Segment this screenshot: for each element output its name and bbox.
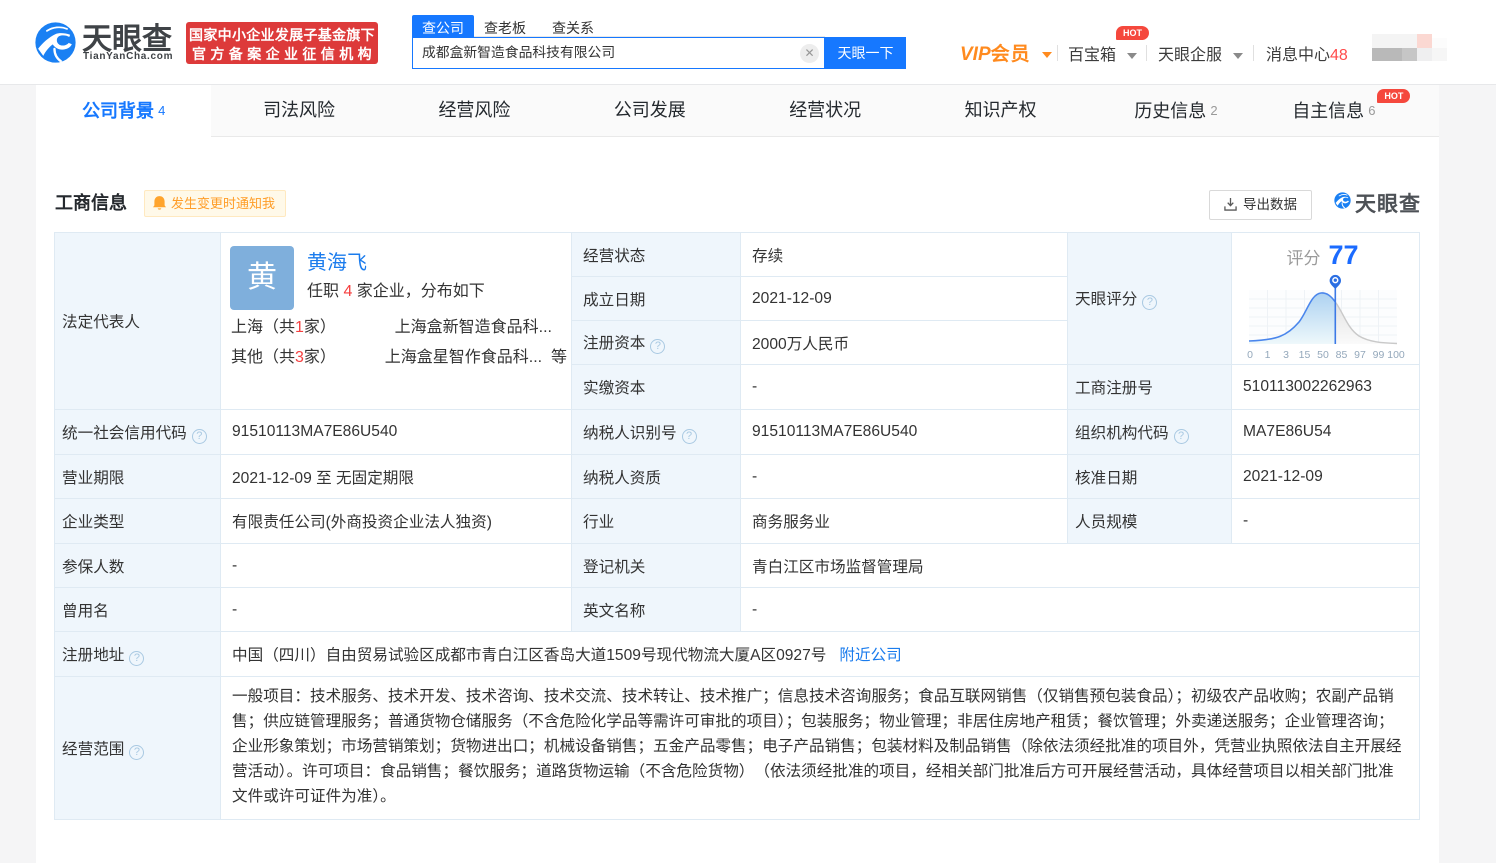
svg-text:99: 99	[1373, 349, 1385, 361]
svg-text:85: 85	[1336, 349, 1348, 361]
svg-text:97: 97	[1354, 349, 1366, 361]
svg-text:1: 1	[1265, 349, 1271, 361]
svg-text:3: 3	[1283, 349, 1289, 361]
svg-text:0: 0	[1247, 349, 1253, 361]
svg-text:100: 100	[1387, 349, 1405, 361]
svg-text:15: 15	[1299, 349, 1311, 361]
svg-text:50: 50	[1317, 349, 1329, 361]
